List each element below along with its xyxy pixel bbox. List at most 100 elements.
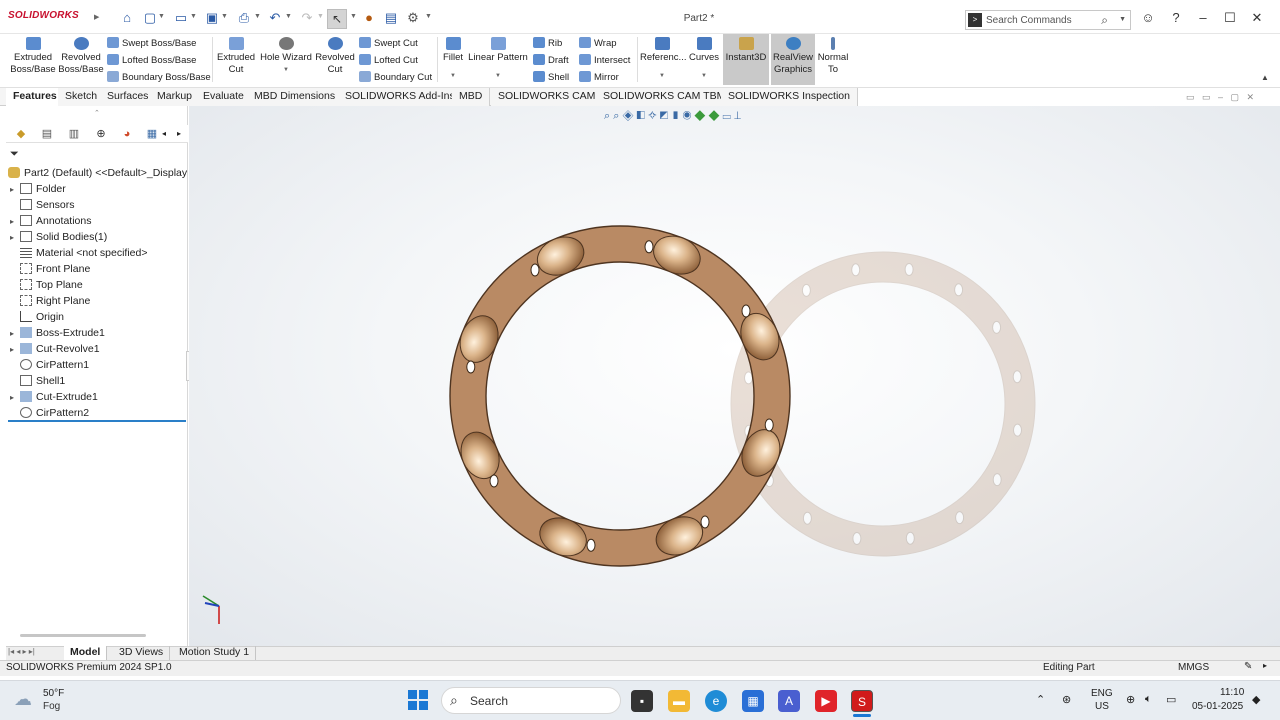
extruded-boss-button[interactable]: Extruded Boss/Base [10,37,56,76]
linear-pattern-button[interactable]: Linear Pattern ▼ [468,37,528,82]
taskbar-search-box[interactable]: ⌕ Search [441,687,621,714]
zoom-to-fit-icon[interactable]: ⌕ [604,110,610,122]
property-manager-icon[interactable]: ▤ [40,127,54,141]
windows-start-icon[interactable] [408,690,428,710]
graphics-viewport[interactable] [189,106,1280,646]
realview-graphics-button[interactable]: RealView Graphics [771,34,815,85]
tree-item-boss-extrude1[interactable]: ▸ Boss-Extrude1 [10,327,105,339]
tab-solidworks-add-ins[interactable]: SOLIDWORKS Add-Ins [338,88,463,106]
language-indicator[interactable]: ENG [1091,688,1113,699]
weather-description[interactable]: Fog [43,701,60,712]
expand-arrow-icon[interactable]: ▸ [10,345,20,354]
tree-item-front-plane[interactable]: Front Plane [10,263,90,275]
tab-solidworks-cam-tbm[interactable]: SOLIDWORKS CAM TBM [596,88,734,106]
copilot-icon[interactable]: ⊛ [1062,693,1071,706]
minimize-icon[interactable]: – [1195,10,1211,25]
shell-button[interactable]: Shell [533,71,569,83]
edge-browser-icon[interactable]: e [705,690,727,712]
tab-features[interactable]: Features [6,88,65,106]
tab-markup[interactable]: Markup [150,88,201,106]
tree-item-annotations[interactable]: ▸ Annotations [10,215,91,227]
panel-splitter-handle[interactable]: ⌃ [94,109,100,117]
linear-pattern-dropdown-icon[interactable]: ▼ [468,70,528,82]
tree-item-cirpattern1[interactable]: CirPattern1 [10,359,89,371]
apply-scene-icon[interactable]: ◆ [708,110,719,122]
normal-to-button[interactable]: Normal To [817,37,849,76]
tab-solidworks-inspection[interactable]: SOLIDWORKS Inspection [721,88,858,106]
dimxpert-manager-icon[interactable]: ⊕ [94,127,108,141]
microsoft-store-icon[interactable]: ▦ [742,690,764,712]
boundary-boss-button[interactable]: Boundary Boss/Base [107,71,211,83]
tabs-scroll-left-icon[interactable]: ◂ [162,129,166,138]
search-commands-box[interactable]: > Search Commands ⌕ ▼ [965,10,1131,30]
collapse-ribbon-icon[interactable]: ▲ [1261,73,1269,82]
battery-icon[interactable]: ▭ [1166,693,1176,706]
status-units[interactable]: MMGS [1178,662,1209,673]
volume-icon[interactable]: 🔈︎ [1145,693,1152,706]
view-orientation-icon[interactable]: ◩ [660,110,668,122]
close-icon[interactable]: ✕ [1249,10,1265,26]
expand-arrow-icon[interactable]: ▸ [10,233,20,242]
youtube-icon[interactable]: ▶ [815,690,837,712]
intersect-button[interactable]: Intersect [579,54,630,66]
maximize-icon[interactable]: ☐ [1222,10,1238,26]
section-view-icon[interactable]: ◧ [637,110,645,122]
revolved-boss-button[interactable]: Revolved Boss/Base [58,37,104,76]
hide-show-items-icon[interactable]: ◉ [683,110,692,122]
reference-geometry-button[interactable]: Referenc... ▼ [640,37,686,82]
draft-button[interactable]: Draft [533,54,569,66]
tree-item-sensors[interactable]: Sensors [10,199,75,211]
search-dropdown-icon[interactable]: ▼ [1119,16,1126,23]
expand-arrow-icon[interactable]: ▸ [10,217,20,226]
tree-item-top-plane[interactable]: Top Plane [10,279,83,291]
tab-motion-study-1[interactable]: Motion Study 1 [173,646,257,660]
hole-wizard-button[interactable]: Hole Wizard ▼ [259,37,313,76]
notifications-icon[interactable]: ◆ [1252,693,1260,706]
display-style-icon[interactable]: ▮ [671,110,679,122]
file-explorer-icon[interactable]: ▬ [668,690,690,712]
instant3d-button[interactable]: Instant3D [723,34,769,85]
tab-solidworks-cam[interactable]: SOLIDWORKS CAM [491,88,604,106]
fillet-dropdown-icon[interactable]: ▼ [440,70,466,82]
view-settings-icon[interactable]: ▭ [723,110,731,122]
tab-mbd-dimensions[interactable]: MBD Dimensions [247,88,344,106]
fog-weather-icon[interactable]: ☁ [14,689,32,710]
viewport-window-controls[interactable]: ▭ ▭ – ▢ ✕ [1186,92,1254,103]
tab-surfaces[interactable]: Surfaces [100,88,157,106]
curves-dropdown-icon[interactable]: ▼ [688,70,720,82]
tree-item-cut-extrude1[interactable]: ▸ Cut-Extrude1 [10,391,98,403]
tree-item-material[interactable]: Material <not specified> [10,247,147,259]
ai-app-icon[interactable]: A [778,690,800,712]
quick-tips-icon[interactable]: ✎ [1244,661,1252,672]
expand-arrow-icon[interactable]: ▸ [10,185,20,194]
user-account-icon[interactable]: ☺ [1140,10,1156,25]
tree-item-solid-bodies[interactable]: ▸ Solid Bodies(1) [10,231,107,243]
previous-view-icon[interactable]: ◈ [622,110,633,122]
curves-button[interactable]: Curves ▼ [688,37,720,82]
horizontal-scrollbar[interactable] [20,634,146,637]
search-icon[interactable]: ⌕ [1101,13,1108,28]
tab-model[interactable]: Model [64,646,108,660]
tree-item-origin[interactable]: Origin [10,311,64,323]
network-icon[interactable]: ⊕ [1126,693,1135,706]
reference-dropdown-icon[interactable]: ▼ [640,70,684,82]
task-view-icon[interactable]: ▪ [631,690,653,712]
lofted-boss-button[interactable]: Lofted Boss/Base [107,54,196,66]
wrap-button[interactable]: Wrap [579,37,617,49]
clock-date[interactable]: 05-01-2025 [1192,701,1243,712]
lofted-cut-button[interactable]: Lofted Cut [359,54,418,66]
revolved-cut-button[interactable]: Revolved Cut [314,37,356,76]
extruded-cut-button[interactable]: Extruded Cut [215,37,257,76]
tab-navigation-arrows[interactable]: |◂ ◂ ▸ ▸| [8,647,35,656]
cam-manager-icon[interactable]: ▦ [145,127,159,141]
tab-mbd[interactable]: MBD [452,88,491,106]
show-hidden-icons-icon[interactable]: ⌃ [1036,693,1045,706]
configuration-manager-icon[interactable]: ▥ [67,127,81,141]
fillet-button[interactable]: Fillet ▼ [440,37,466,82]
edit-appearance-icon[interactable]: ◆ [694,110,705,122]
tab-3d-views[interactable]: 3D Views [113,646,171,660]
normal-view-icon[interactable]: ⊥ [734,110,741,122]
tree-item-right-plane[interactable]: Right Plane [10,295,90,307]
mirror-button[interactable]: Mirror [579,71,619,83]
filter-icon[interactable]: ⏷ [10,148,19,161]
